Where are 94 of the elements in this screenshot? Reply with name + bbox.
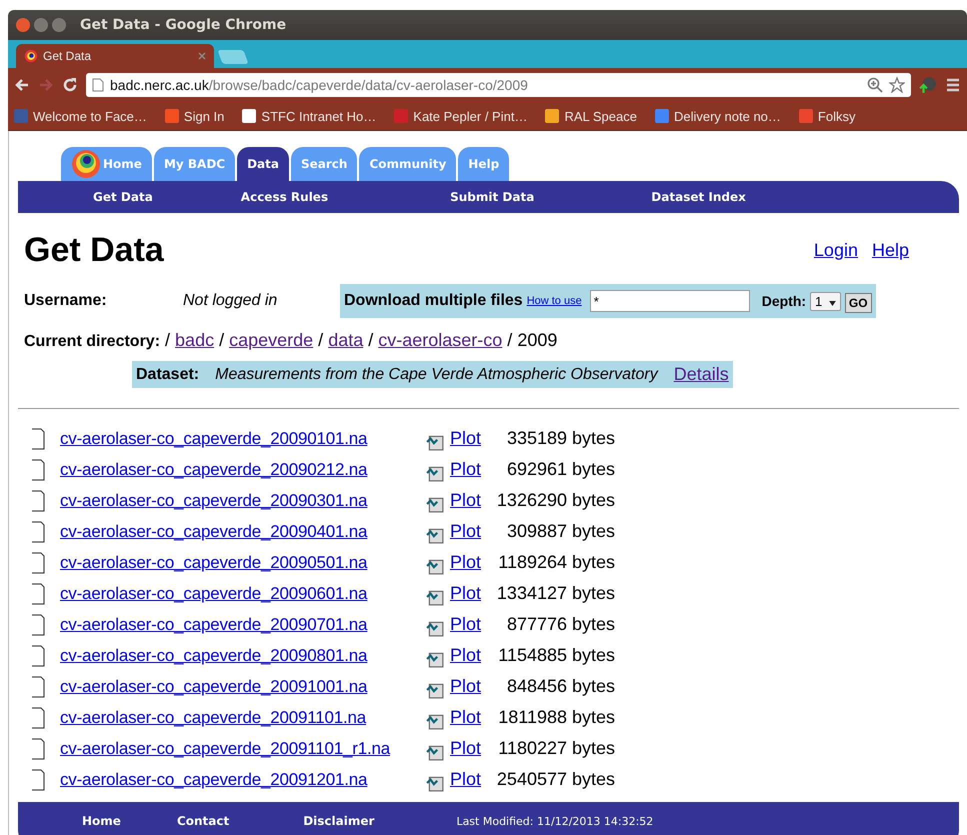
bookmark[interactable]: Welcome to Face… xyxy=(14,108,147,124)
file-link[interactable]: cv-aerolaser-co_capeverde_20090801.na xyxy=(60,646,426,666)
back-icon[interactable] xyxy=(14,77,30,93)
browser-tab[interactable]: Get Data xyxy=(16,44,214,68)
header-link[interactable]: Help xyxy=(872,240,909,261)
footer-link[interactable]: Home xyxy=(82,814,121,828)
globe-icon xyxy=(24,49,38,63)
star-icon[interactable] xyxy=(889,77,905,93)
sub-nav-link[interactable]: Access Rules xyxy=(240,190,328,204)
dropdown-arrow-icon xyxy=(828,300,836,306)
bookmark[interactable]: STFC Intranet Ho… xyxy=(242,108,376,124)
file-link[interactable]: cv-aerolaser-co_capeverde_20090501.na xyxy=(60,552,426,572)
file-size: 309887 bytes xyxy=(506,521,616,542)
file-size: 692961 bytes xyxy=(506,459,616,480)
extension-icon[interactable] xyxy=(919,76,937,94)
file-size: 1189264 bytes xyxy=(497,552,616,573)
path-separator: / xyxy=(165,330,170,351)
path-separator: / xyxy=(219,330,224,351)
bookmark[interactable]: Folksy xyxy=(798,108,856,124)
directory-label: Current directory: xyxy=(24,333,160,351)
file-link[interactable]: cv-aerolaser-co_capeverde_20091101_r1.na xyxy=(60,738,426,758)
zoom-icon[interactable] xyxy=(867,77,883,93)
pattern-field[interactable]: * xyxy=(590,290,750,312)
file-link[interactable]: cv-aerolaser-co_capeverde_20090101.na xyxy=(60,428,426,448)
depth-label: Depth: xyxy=(762,293,806,309)
plot-link[interactable]: Plot xyxy=(450,614,482,635)
go-button[interactable]: GO xyxy=(844,293,872,313)
plot-link[interactable]: Plot xyxy=(450,459,482,480)
page-heading: Get Data xyxy=(24,231,164,270)
breadcrumb-link[interactable]: capeverde xyxy=(229,330,314,351)
address-bar[interactable]: badc.nerc.ac.uk/browse/badc/capeverde/data/cv-aerolaser-co/2009 xyxy=(86,73,911,97)
plot-link[interactable]: Plot xyxy=(450,583,482,604)
file-link[interactable]: cv-aerolaser-co_capeverde_20090701.na xyxy=(60,614,426,634)
globe-logo-icon xyxy=(71,149,101,179)
footer-link[interactable]: Disclaimer xyxy=(303,814,374,828)
minimize-icon[interactable] xyxy=(34,18,48,32)
bookmark[interactable]: Delivery note no… xyxy=(654,108,781,124)
plot-link[interactable]: Plot xyxy=(450,645,482,666)
close-icon[interactable] xyxy=(198,52,206,60)
file-size: 1180227 bytes xyxy=(497,738,616,759)
close-icon[interactable] xyxy=(16,18,30,32)
footer-link[interactable]: Contact xyxy=(176,814,230,828)
file-size: 1334127 bytes xyxy=(496,583,616,604)
file-link[interactable]: cv-aerolaser-co_capeverde_20090601.na xyxy=(60,584,426,604)
how-to-use-link[interactable]: How to use xyxy=(526,295,582,307)
sub-nav-link[interactable]: Dataset Index xyxy=(651,190,746,204)
bookmark[interactable]: RAL Speace xyxy=(545,108,637,124)
plot-link[interactable]: Plot xyxy=(450,428,482,449)
file-size: 335189 bytes xyxy=(506,428,616,449)
file-size: 877776 bytes xyxy=(506,614,616,635)
file-size: 848456 bytes xyxy=(506,676,616,697)
nav-tab[interactable]: Data xyxy=(237,147,289,181)
window-title: Get Data - Google Chrome xyxy=(80,17,286,33)
breadcrumb-link[interactable]: data xyxy=(328,330,364,351)
download-label: Download multiple files xyxy=(344,292,523,310)
username-label: Username: xyxy=(24,292,108,310)
sub-nav-link[interactable]: Get Data xyxy=(93,190,153,204)
file-size: 1326290 bytes xyxy=(496,490,616,511)
file-link[interactable]: cv-aerolaser-co_capeverde_20090401.na xyxy=(60,522,426,542)
plot-link[interactable]: Plot xyxy=(450,769,482,790)
reload-icon[interactable] xyxy=(62,77,78,93)
page-icon xyxy=(92,78,104,92)
sub-nav-link[interactable]: Submit Data xyxy=(450,190,534,204)
dataset-description: Measurements from the Cape Verde Atmospheric Observatory xyxy=(215,366,658,384)
file-link[interactable]: cv-aerolaser-co_capeverde_20091201.na xyxy=(60,770,426,790)
plot-link[interactable]: Plot xyxy=(450,490,482,511)
bookmark[interactable]: Kate Pepler / Pint… xyxy=(394,108,528,124)
breadcrumb-link[interactable]: badc xyxy=(175,330,214,351)
file-size: 1154885 bytes xyxy=(497,645,616,666)
plot-link[interactable]: Plot xyxy=(450,707,482,728)
file-link[interactable]: cv-aerolaser-co_capeverde_20091001.na xyxy=(60,676,426,696)
file-link[interactable]: cv-aerolaser-co_capeverde_20091101.na xyxy=(60,708,426,728)
path-separator: / xyxy=(318,330,324,351)
last-modified: Last Modified: 11/12/2013 14:32:52 xyxy=(456,814,654,828)
breadcrumb-link[interactable]: cv-aerolaser-co xyxy=(378,330,502,351)
current-folder: 2009 xyxy=(517,330,558,351)
header-link[interactable]: Login xyxy=(814,240,858,261)
maximize-icon[interactable] xyxy=(52,18,66,32)
details-link[interactable]: Details xyxy=(674,364,729,385)
path-separator: / xyxy=(507,330,512,351)
file-size: 1811988 bytes xyxy=(497,707,616,728)
plot-link[interactable]: Plot xyxy=(450,738,482,759)
bookmark[interactable]: Sign In xyxy=(164,108,224,124)
username-value: Not logged in xyxy=(183,292,278,310)
menu-icon[interactable] xyxy=(945,77,961,93)
depth-select[interactable]: 1 xyxy=(810,292,841,310)
plot-link[interactable]: Plot xyxy=(450,676,482,697)
file-link[interactable]: cv-aerolaser-co_capeverde_20090212.na xyxy=(60,460,426,480)
file-size: 2540577 bytes xyxy=(496,769,616,790)
plot-link[interactable]: Plot xyxy=(450,552,482,573)
path-separator: / xyxy=(368,330,374,351)
file-link[interactable]: cv-aerolaser-co_capeverde_20090301.na xyxy=(60,490,426,510)
plot-link[interactable]: Plot xyxy=(450,521,482,542)
dataset-label: Dataset: xyxy=(136,366,200,384)
